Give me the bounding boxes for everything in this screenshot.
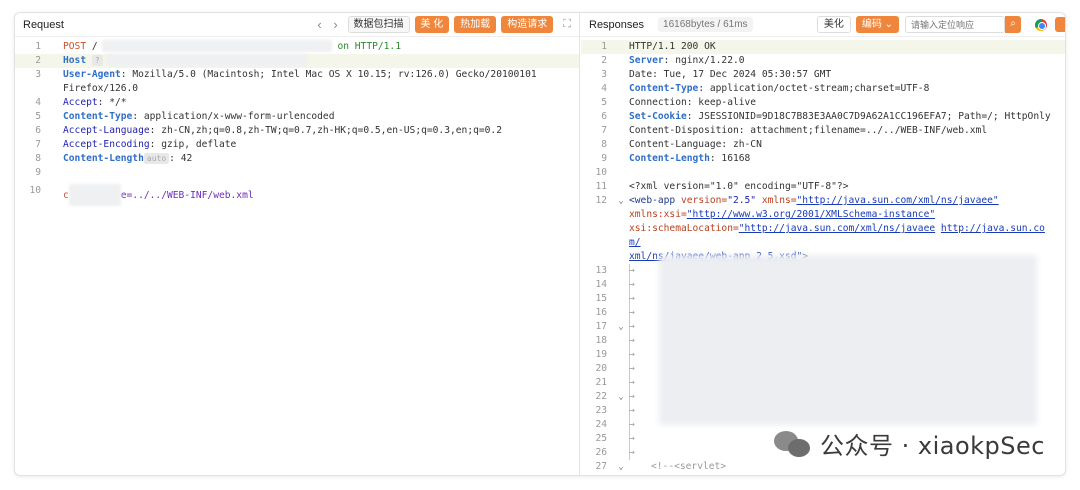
packet-scan-button[interactable]: 数据包扫描: [347, 16, 410, 33]
code-line: 6 Accept-Language: zh-CN,zh;q=0.8,zh-TW;…: [35, 125, 502, 136]
fold-chevron-icon[interactable]: ⌄: [613, 194, 629, 264]
response-title: Responses: [589, 18, 645, 31]
auto-badge[interactable]: auto: [143, 152, 170, 164]
http-method: POST: [63, 41, 87, 52]
encode-dropdown[interactable]: 编码 ⌄: [855, 16, 899, 33]
code-line: 1 POST / on HTTP/1.1: [35, 40, 401, 52]
chevron-down-icon: ⌄: [884, 19, 893, 30]
code-line: 3 Date: Tue, 17 Dec 2024 05:30:57 GMT: [601, 69, 832, 80]
code-line: 3 User-Agent: Mozilla/5.0 (Macintosh; In…: [35, 69, 537, 80]
code-line: 4 Accept: */*: [35, 97, 127, 108]
search-icon[interactable]: ⌕: [1005, 16, 1021, 33]
search-input[interactable]: [905, 16, 1005, 33]
http-version: on HTTP/1.1: [337, 41, 401, 52]
response-pane: Responses 16168bytes / 61ms 美化 编码 ⌄ ⌕ 1 …: [581, 13, 1065, 475]
request-toolbar: Request ‹ › 数据包扫描 美 化 热加载 构造请求 ⛶: [15, 13, 579, 37]
code-line: 2 Server: nginx/1.22.0: [601, 55, 745, 66]
code-line: 1 HTTP/1.1 200 OK: [581, 40, 1065, 54]
beautify-button[interactable]: 美 化: [414, 16, 450, 33]
xml-comment-block: 27⌄<!--<servlet>28<servlet-name>DruidSta…: [581, 460, 1065, 475]
chrome-icon[interactable]: [1035, 18, 1047, 31]
next-arrow-icon[interactable]: ›: [328, 17, 344, 32]
redacted-block: [68, 184, 121, 206]
response-stats: 16168bytes / 61ms: [658, 17, 753, 32]
param-value: e=../../WEB-INF/web.xml: [120, 190, 254, 201]
redacted-block: [659, 255, 1037, 425]
code-line: 9 Content-Length: 16168: [601, 153, 751, 164]
request-title: Request: [23, 18, 64, 31]
code-line: 11 <?xml version="1.0" encoding="UTF-8"?…: [595, 181, 849, 192]
code-line: 5 Content-Type: application/x-www-form-u…: [35, 111, 335, 122]
code-line: 9: [35, 167, 41, 178]
code-line: 7 Accept-Encoding: gzip, deflate: [35, 139, 237, 150]
response-toolbar: Responses 16168bytes / 61ms 美化 编码 ⌄ ⌕: [581, 13, 1065, 37]
code-line: 2 Host ?: [15, 54, 579, 68]
expand-icon[interactable]: ⛶: [563, 18, 571, 31]
code-line: 6 Set-Cookie: JSESSIONID=9D18C7B83E3AA0C…: [601, 111, 1051, 122]
redacted-block: [101, 40, 332, 52]
watermark: 公众号 · xiaokpSec: [774, 426, 1045, 461]
code-line: 8 Content-Language: zh-CN: [601, 139, 762, 150]
more-button[interactable]: [1055, 17, 1065, 32]
code-line: 8 Content-Length auto: 42: [35, 152, 193, 164]
code-line: 10 c e=../../WEB-INF/web.xml: [15, 184, 579, 206]
code-line: 28<servlet-name>DruidStatView</servlet-n…: [581, 474, 1065, 475]
code-line: 10: [595, 167, 607, 178]
code-line: 4 Content-Type: application/octet-stream…: [601, 83, 930, 94]
code-line: Firefox/126.0: [63, 83, 139, 94]
hot-load-button[interactable]: 热加载: [454, 16, 497, 33]
wechat-icon: [774, 429, 812, 459]
code-line: 12 ⌄ <web-app version="2.5" xmlns="http:…: [581, 194, 1065, 264]
beautify-button[interactable]: 美化: [816, 16, 851, 33]
fold-chevron-icon[interactable]: ⌄: [613, 460, 629, 474]
code-line: 27 ⌄ <!--<servlet>: [595, 460, 727, 474]
construct-request-button[interactable]: 构造请求: [501, 16, 554, 33]
prev-arrow-icon[interactable]: ‹: [312, 17, 328, 32]
request-pane: Request ‹ › 数据包扫描 美 化 热加载 构造请求 ⛶ 1 POST …: [15, 13, 580, 475]
code-line: 7 Content-Disposition: attachment;filena…: [601, 125, 988, 136]
fold-chevron-icon[interactable]: ⌄: [613, 390, 629, 404]
watermark-text: 公众号 · xiaokpSec: [820, 432, 1045, 460]
fold-chevron-icon[interactable]: ⌄: [613, 320, 629, 334]
app-frame: Request ‹ › 数据包扫描 美 化 热加载 构造请求 ⛶ 1 POST …: [14, 12, 1066, 476]
response-editor[interactable]: 1 HTTP/1.1 200 OK 2 Server: nginx/1.22.0…: [581, 37, 1065, 475]
redacted-block: [106, 54, 307, 66]
request-editor[interactable]: 1 POST / on HTTP/1.1 2 Host ? 3 User-Age…: [15, 37, 579, 206]
code-line: 5 Connection: keep-alive: [601, 97, 757, 108]
